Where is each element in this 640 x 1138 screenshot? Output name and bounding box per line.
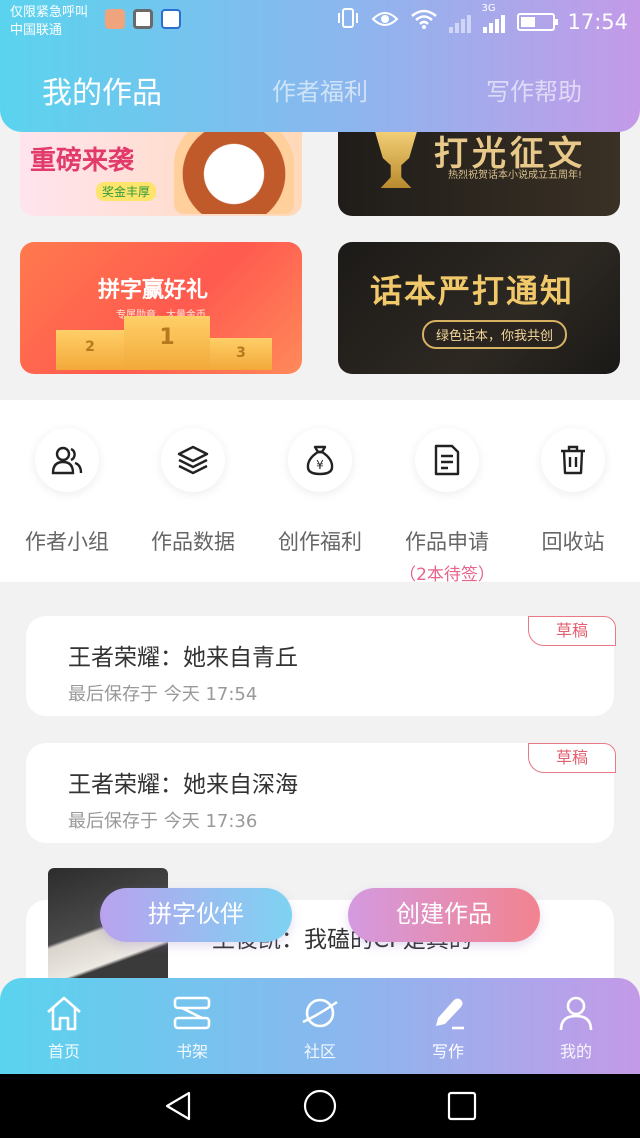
create-work-button[interactable]: 创建作品: [348, 888, 540, 942]
nav-label: 书架: [175, 1042, 208, 1061]
banner-headline: 话本严打通知: [370, 272, 575, 310]
eye-comfort-icon: [371, 8, 399, 36]
bottom-nav: 首页 书架 社区 写作 我的: [0, 978, 640, 1074]
group-icon: [35, 428, 99, 492]
podium-first: 1: [124, 316, 210, 370]
banner-headline: 重磅来袭: [30, 146, 135, 176]
action-label: 回收站: [541, 530, 605, 554]
work-title: 王者荣耀：她来自青丘: [68, 645, 298, 671]
carrier-info: 仅限紧急呼叫 中国联通: [10, 4, 88, 40]
signal-1-icon: [449, 11, 472, 33]
podium-third: 3: [210, 338, 272, 370]
podium-second: 2: [56, 330, 124, 370]
top-header: 仅限紧急呼叫 中国联通 3G 17:54 我的作品 作者福利 写作帮助: [0, 0, 640, 132]
nav-profile[interactable]: 我的: [526, 992, 626, 1062]
trophy-icon: [374, 128, 418, 188]
pending-sign-note: （2本待签）: [399, 565, 495, 585]
vibrate-icon: [337, 6, 359, 37]
network-type: 3G: [481, 2, 496, 14]
status-indicators: 3G 17:54: [337, 3, 628, 37]
back-icon[interactable]: [158, 1088, 198, 1124]
battery-icon: [517, 12, 559, 31]
action-author-group[interactable]: 作者小组: [7, 428, 127, 556]
action-creation-benefits[interactable]: ¥ 创作福利: [260, 428, 380, 556]
work-saved-time: 最后保存于 今天 17:36: [68, 811, 258, 832]
home-circle-icon[interactable]: [300, 1088, 340, 1124]
action-label: 作者小组: [25, 530, 109, 554]
document-icon: [415, 428, 479, 492]
tab-my-works[interactable]: 我的作品: [42, 68, 162, 112]
qr-app-icon: [133, 9, 153, 29]
banner-subtitle: 热烈祝贺话本小说成立五周年!: [448, 170, 583, 181]
nav-write[interactable]: 写作: [398, 992, 498, 1062]
action-work-data[interactable]: 作品数据: [133, 428, 253, 556]
notification-icons: [105, 9, 181, 29]
action-recycle-bin[interactable]: 回收站: [513, 428, 633, 556]
work-title: 王者荣耀：她来自深海: [68, 772, 298, 798]
banner-tag: 奖金丰厚: [96, 182, 157, 201]
nav-home[interactable]: 首页: [14, 992, 114, 1062]
action-label: 作品数据: [151, 530, 235, 554]
tab-author-benefits[interactable]: 作者福利: [272, 72, 368, 107]
svg-text:¥: ¥: [316, 458, 324, 472]
action-label: 创作福利: [278, 530, 362, 554]
status-bar: 仅限紧急呼叫 中国联通 3G 17:54: [0, 0, 640, 44]
action-work-application[interactable]: 作品申请 （2本待签）: [387, 428, 507, 585]
banner-crackdown-notice[interactable]: 话本严打通知 绿色话本，你我共创: [338, 242, 620, 374]
draft-badge: 草稿: [528, 743, 616, 773]
work-card[interactable]: 王者荣耀：她来自深海 最后保存于 今天 17:36 草稿: [26, 743, 616, 843]
banner-headline: 拼字赢好礼: [98, 278, 209, 303]
word-partner-button[interactable]: 拼字伙伴: [100, 888, 292, 942]
work-saved-time: 最后保存于 今天 17:54: [68, 684, 258, 705]
planet-icon: [270, 992, 370, 1034]
mail-app-icon: [105, 9, 125, 29]
profile-icon: [526, 992, 626, 1034]
wifi-icon: [411, 8, 438, 36]
recents-icon[interactable]: [442, 1088, 482, 1124]
clock: 17:54: [567, 9, 628, 34]
money-bag-icon: ¥: [288, 428, 352, 492]
nav-bookshelf[interactable]: 书架: [142, 992, 242, 1062]
banner-word-race[interactable]: 拼字赢好礼 专属勋章，大量金币 2 1 3: [20, 242, 302, 374]
nav-community[interactable]: 社区: [270, 992, 370, 1062]
home-icon: [14, 992, 114, 1034]
baidu-app-icon: [161, 9, 181, 29]
draft-badge: 草稿: [528, 616, 616, 646]
pen-icon: [398, 992, 498, 1034]
carrier-line-1: 仅限紧急呼叫: [10, 5, 89, 20]
tab-writing-help[interactable]: 写作帮助: [486, 72, 582, 107]
nav-label: 我的: [559, 1042, 592, 1061]
top-tabs: 我的作品 作者福利 写作帮助: [0, 44, 640, 132]
nav-label: 写作: [431, 1042, 464, 1061]
bookshelf-icon: [142, 992, 242, 1034]
nav-label: 社区: [303, 1042, 336, 1061]
nav-label: 首页: [47, 1042, 80, 1061]
layers-icon: [161, 428, 225, 492]
banner-pill: 绿色话本，你我共创: [422, 320, 568, 349]
system-nav-bar: [0, 1074, 640, 1138]
action-label: 作品申请: [405, 530, 489, 554]
carrier-line-2: 中国联通: [10, 23, 63, 38]
signal-2-icon: 3G: [481, 3, 506, 33]
trash-icon: [541, 428, 605, 492]
quick-actions: 作者小组 作品数据 ¥ 创作福利 作品申请 （2本待签） 回收站: [0, 400, 640, 585]
work-card[interactable]: 王者荣耀：她来自青丘 最后保存于 今天 17:54 草稿: [26, 616, 616, 716]
